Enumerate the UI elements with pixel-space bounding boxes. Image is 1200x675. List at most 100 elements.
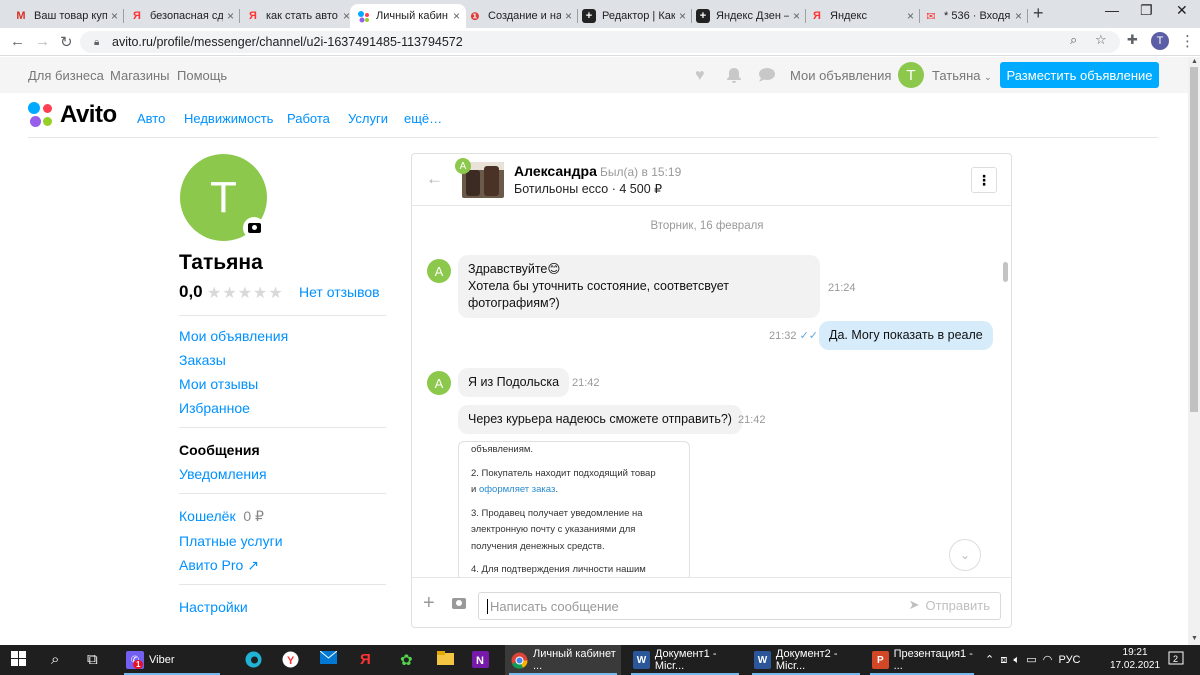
windows-start-icon[interactable] [11, 651, 26, 670]
clock[interactable]: 19:21 17.02.2021 [1110, 646, 1160, 672]
notifications-bell-icon[interactable] [726, 67, 742, 88]
close-tab-icon[interactable]: × [1015, 9, 1022, 23]
taskbar-app-word-2[interactable]: W Документ2 - Micr... [748, 645, 864, 675]
favorites-heart-icon[interactable]: ♥ [695, 67, 705, 85]
close-tab-icon[interactable]: × [453, 9, 460, 23]
close-tab-icon[interactable]: × [793, 9, 800, 23]
zoom-icon[interactable]: ⌕ [1070, 32, 1077, 48]
menu-paid-services[interactable]: Платные услуги [179, 533, 283, 549]
scroll-down-button[interactable]: ⌄ [949, 539, 981, 571]
language-indicator[interactable]: РУС [1058, 654, 1080, 666]
taskbar-app-word-1[interactable]: W Документ1 - Micr... [627, 645, 743, 675]
edge-icon[interactable] [245, 651, 262, 672]
back-arrow-icon[interactable]: ← [426, 169, 443, 189]
chat-options-icon[interactable]: ⋮ [971, 167, 997, 193]
site-top-bar: Для бизнеса Магазины Помощь ♥ Мои объявл… [0, 57, 1188, 93]
reviews-link[interactable]: Нет отзывов [299, 284, 380, 300]
yandex-icon[interactable]: Я [360, 651, 371, 668]
browser-tab[interactable]: ✉* 536 · Входящ× [918, 4, 1028, 28]
shops-link[interactable]: Магазины [110, 68, 170, 83]
browser-tab[interactable]: + Редактор | Как × [576, 4, 692, 28]
category-jobs[interactable]: Работа [287, 111, 330, 126]
battery-icon[interactable]: ▭ [1026, 654, 1036, 666]
close-tab-icon[interactable]: × [679, 9, 686, 23]
menu-notifications[interactable]: Уведомления [179, 466, 267, 482]
image-attachment[interactable]: объявлениям. 2. Покупатель находит подхо… [458, 441, 690, 577]
menu-wallet[interactable]: Кошелёк 0 ₽ [179, 508, 264, 525]
search-icon[interactable]: ⌕ [51, 651, 59, 668]
category-services[interactable]: Услуги [348, 111, 388, 126]
chevron-up-icon[interactable]: ⌃ [985, 654, 994, 666]
menu-favorites[interactable]: Избранное [179, 400, 250, 416]
message-input[interactable]: Написать сообщение ➤ Отправить [478, 592, 1001, 620]
contact-name[interactable]: Александра [514, 163, 597, 179]
avito-logo[interactable]: Avito [28, 101, 117, 129]
browser-profile-avatar[interactable]: T [1151, 32, 1169, 50]
forward-icon[interactable]: → [35, 33, 50, 50]
close-window-icon[interactable]: ✕ [1176, 2, 1188, 19]
menu-avito-pro[interactable]: Авито Pro ↗ [179, 557, 259, 574]
camera-icon[interactable] [243, 217, 265, 239]
file-explorer-icon[interactable] [437, 651, 454, 669]
help-link[interactable]: Помощь [177, 68, 227, 83]
send-button[interactable]: ➤ Отправить [909, 597, 990, 613]
extensions-icon[interactable]: ✚ [1127, 32, 1138, 48]
category-auto[interactable]: Авто [137, 111, 165, 126]
close-tab-icon[interactable]: × [907, 9, 914, 23]
onenote-icon[interactable]: N [472, 651, 489, 672]
close-tab-icon[interactable]: × [111, 9, 118, 23]
browser-tab[interactable]: M Ваш товар куп × [8, 4, 124, 28]
network-icon[interactable]: ⧈ [1000, 654, 1007, 666]
menu-messages[interactable]: Сообщения [179, 442, 260, 458]
task-view-icon[interactable]: ⧉ [87, 651, 98, 668]
address-bar[interactable]: 🔒︎ avito.ru/profile/messenger/channel/u2… [80, 31, 1120, 53]
taskbar-app-chrome[interactable]: Личный кабинет ... [505, 645, 621, 675]
minimize-icon[interactable]: — [1105, 2, 1119, 18]
browser-tab[interactable]: ❶ Создание и на × [462, 4, 578, 28]
my-ads-link[interactable]: Мои объявления [790, 68, 891, 83]
scroll-up-icon[interactable]: ▲ [1191, 58, 1198, 65]
new-tab-button[interactable]: + [1033, 3, 1044, 24]
profile-name: Татьяна [179, 251, 263, 274]
message-list[interactable]: Вторник, 16 февраля А Здравствуйте😊 Хоте… [412, 207, 1011, 577]
scroll-down-icon[interactable]: ▼ [1191, 635, 1198, 642]
menu-my-reviews[interactable]: Мои отзывы [179, 376, 258, 392]
reload-icon[interactable]: ↻ [60, 33, 73, 51]
notification-center-icon[interactable]: 2 [1168, 651, 1184, 670]
message-time-outgoing: 21:32 ✓✓ [769, 330, 819, 342]
menu-my-ads[interactable]: Мои объявления [179, 328, 288, 344]
menu-settings[interactable]: Настройки [179, 599, 248, 615]
browser-tab[interactable]: Якак стать авто × [240, 4, 356, 28]
for-business-link[interactable]: Для бизнеса [28, 68, 104, 83]
messages-chat-icon[interactable] [758, 67, 776, 88]
camera-icon[interactable] [452, 598, 466, 609]
product-title[interactable]: Ботильоны ессо · 4 500 ₽ [514, 181, 662, 196]
wifi-icon[interactable]: ◠ [1043, 654, 1053, 666]
close-tab-icon[interactable]: × [565, 9, 572, 23]
menu-orders[interactable]: Заказы [179, 352, 226, 368]
close-tab-icon[interactable]: × [343, 9, 350, 23]
category-more[interactable]: ещё… [404, 111, 442, 126]
browser-tab[interactable]: + Яндекс Дзен – × [690, 4, 806, 28]
taskbar-app-viber[interactable]: ✆1 Viber [120, 645, 224, 675]
icq-icon[interactable]: ✿ [400, 651, 413, 669]
yandex-browser-icon[interactable]: Y [282, 651, 299, 672]
volume-icon[interactable]: 🔈︎ [1013, 654, 1020, 666]
post-ad-button[interactable]: Разместить объявление [1000, 62, 1159, 88]
chat-scrollbar[interactable] [1001, 260, 1011, 577]
attach-plus-icon[interactable]: + [423, 592, 435, 615]
restore-icon[interactable]: ❐ [1140, 2, 1153, 19]
browser-menu-icon[interactable]: ⋮ [1180, 32, 1195, 50]
close-tab-icon[interactable]: × [227, 9, 234, 23]
browser-tab[interactable]: Я Яндекс × [804, 4, 920, 28]
avatar[interactable]: Т [898, 62, 924, 88]
back-icon[interactable]: ← [10, 33, 25, 50]
category-real-estate[interactable]: Недвижимость [184, 111, 273, 126]
user-menu[interactable]: Татьяна ⌄ [932, 68, 992, 83]
browser-tab-active[interactable]: Личный кабин × [350, 4, 466, 28]
taskbar-app-powerpoint[interactable]: P Презентация1 - ... [866, 645, 978, 675]
mail-app-icon[interactable] [319, 650, 338, 668]
browser-tab[interactable]: Ябезопасная сд × [124, 4, 240, 28]
bookmark-star-icon[interactable]: ☆ [1095, 32, 1107, 48]
page-scrollbar[interactable]: ▲ ▼ [1188, 57, 1200, 645]
